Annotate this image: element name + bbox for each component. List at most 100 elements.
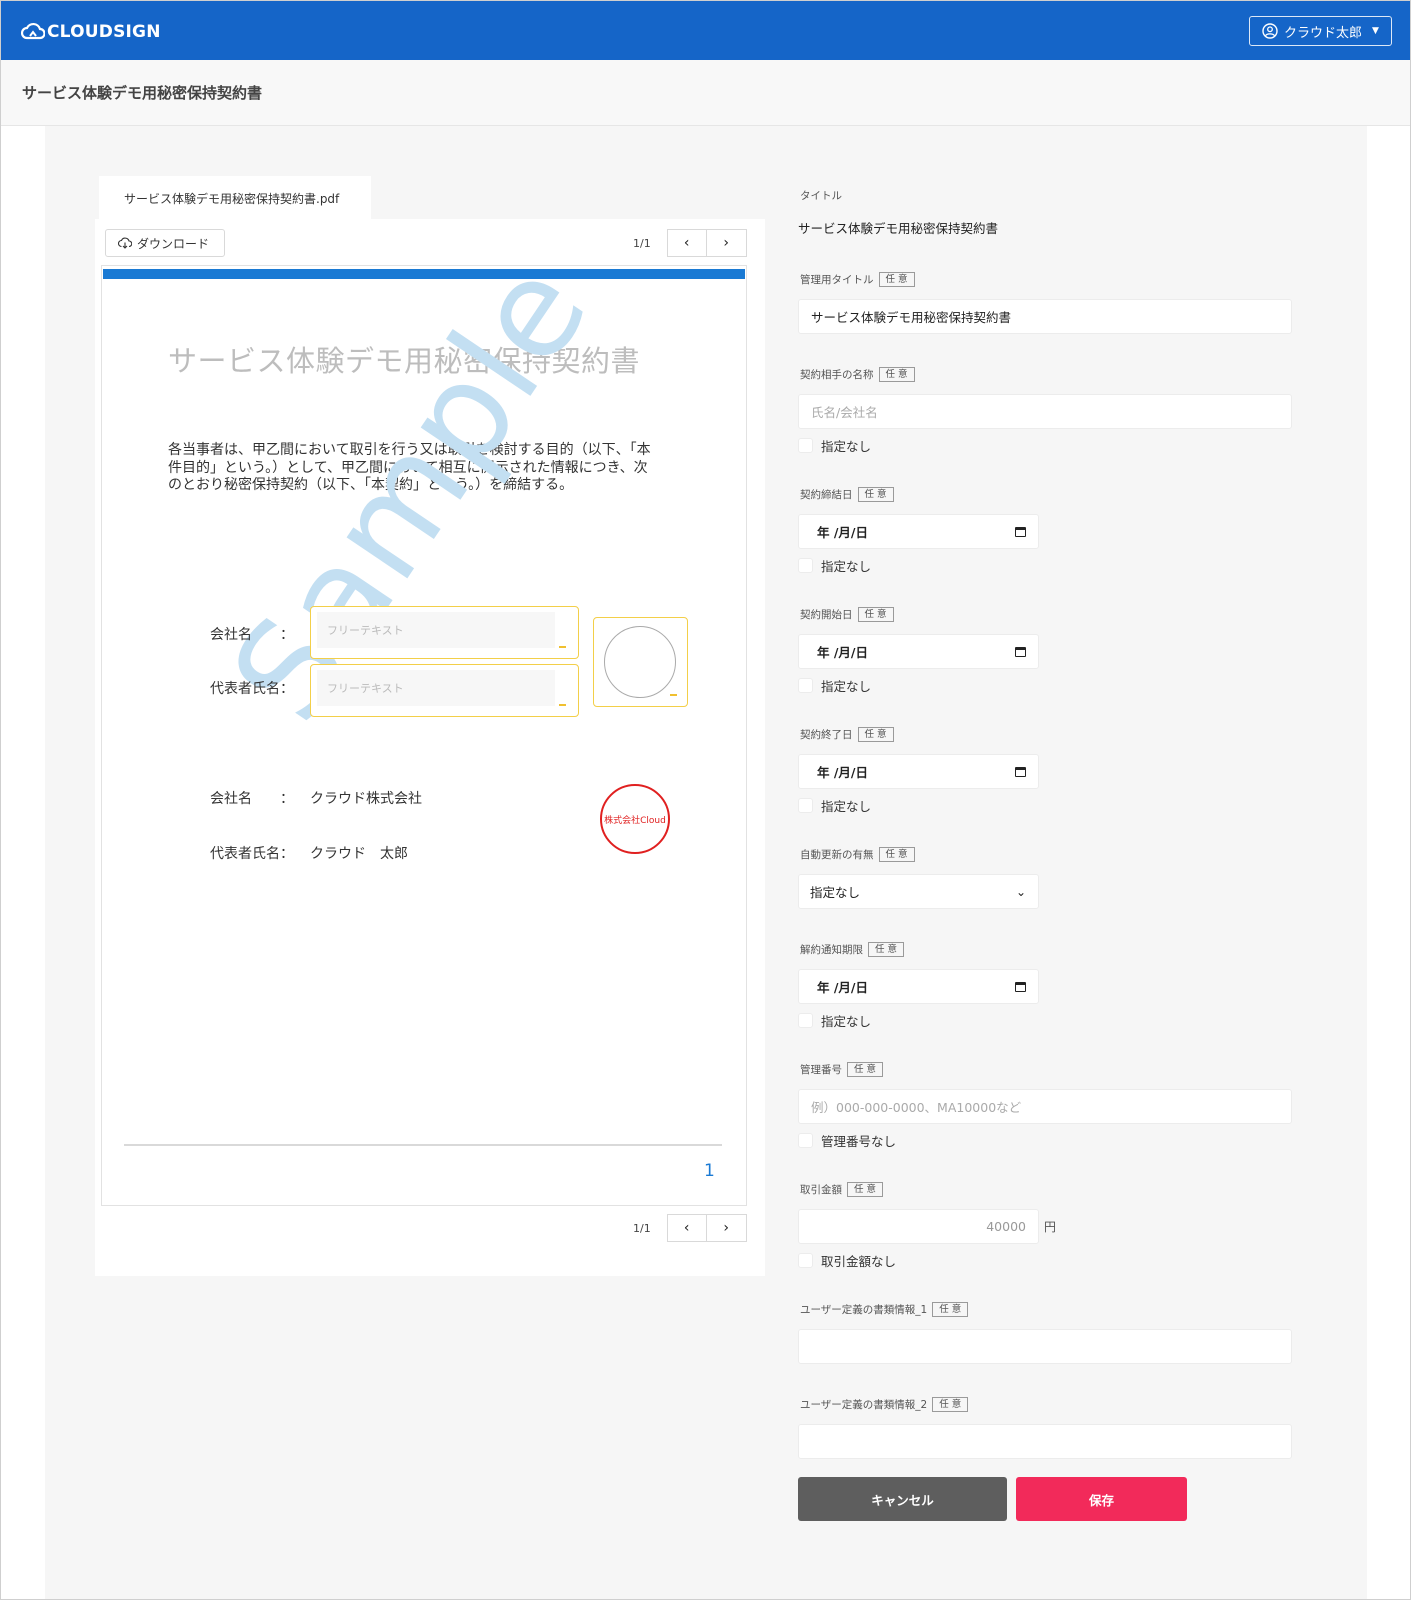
user-defined-2-label: ユーザー定義の書類情報_2 任 意: [800, 1397, 969, 1412]
optional-tag: 任 意: [847, 1182, 884, 1197]
optional-tag: 任 意: [932, 1397, 969, 1412]
page-title: サービス体験デモ用秘密保持契約書: [22, 84, 263, 102]
user-defined-1-input[interactable]: [798, 1329, 1292, 1364]
select-value: 指定なし: [810, 885, 861, 900]
start-date-none-checkbox[interactable]: 指定なし: [798, 676, 871, 695]
optional-tag: 任 意: [857, 487, 894, 502]
auto-renewal-select[interactable]: 指定なし ⌄: [798, 874, 1039, 909]
stamp-circle: [604, 626, 676, 698]
checkbox-label: 指定なし: [821, 679, 872, 694]
document-footer-line: [124, 1144, 722, 1146]
cloudsign-logo[interactable]: CLOUDSIGN: [21, 21, 161, 43]
top-header: CLOUDSIGN クラウド太郎 ▼: [1, 1, 1410, 60]
prev-page-button[interactable]: ‹: [666, 229, 707, 257]
checkbox-label: 管理番号なし: [821, 1134, 897, 1149]
party-a-rep-field[interactable]: フリーテキスト: [310, 664, 579, 717]
cancel-button[interactable]: キャンセル: [798, 1477, 1007, 1521]
date-value: 年 /月/日: [817, 525, 868, 540]
conclusion-date-input[interactable]: 年 /月/日: [798, 514, 1039, 549]
next-page-button[interactable]: ›: [706, 1214, 747, 1242]
download-label: ダウンロード: [137, 236, 210, 251]
conclusion-date-none-checkbox[interactable]: 指定なし: [798, 556, 871, 575]
pager-top: 1/1 ‹ ›: [633, 229, 747, 257]
page-count: 1/1: [633, 1221, 651, 1235]
date-value: 年 /月/日: [817, 645, 868, 660]
calendar-icon[interactable]: [1015, 766, 1026, 777]
checkbox-box: [798, 1253, 813, 1268]
counterparty-none-checkbox[interactable]: 指定なし: [798, 436, 871, 455]
prev-page-button[interactable]: ‹: [666, 1214, 707, 1242]
cancel-notice-none-checkbox[interactable]: 指定なし: [798, 1011, 871, 1030]
checkbox-label: 指定なし: [821, 559, 872, 574]
party-b-company-label: 会社名 ：: [210, 791, 294, 807]
counterparty-input[interactable]: 氏名/会社名: [798, 394, 1292, 429]
cancel-notice-label-text: 解約通知期限: [800, 944, 863, 956]
party-a-company-placeholder: フリーテキスト: [317, 612, 555, 648]
party-b-rep-label: 代表者氏名：: [210, 846, 294, 862]
next-page-button[interactable]: ›: [706, 229, 747, 257]
user-name: クラウド太郎: [1284, 25, 1363, 41]
amount-unit: 円: [1044, 1220, 1057, 1234]
main-content: サービス体験デモ用秘密保持契約書.pdf ダウンロード 1/1 ‹ › サービス…: [45, 126, 1367, 1599]
start-date-input[interactable]: 年 /月/日: [798, 634, 1039, 669]
calendar-icon[interactable]: [1015, 526, 1026, 537]
user-defined-1-label: ユーザー定義の書類情報_1 任 意: [800, 1302, 969, 1317]
document-header-bar: [103, 269, 745, 279]
amount-input[interactable]: 40000: [798, 1209, 1039, 1244]
amount-label-text: 取引金額: [800, 1184, 842, 1196]
title-label: タイトル: [800, 188, 842, 203]
checkbox-box: [798, 678, 813, 693]
stamp-field[interactable]: [593, 617, 688, 707]
end-date-input[interactable]: 年 /月/日: [798, 754, 1039, 789]
field-resize-handle: [670, 694, 677, 696]
user-icon: [1262, 23, 1278, 39]
date-value: 年 /月/日: [817, 765, 868, 780]
calendar-icon[interactable]: [1015, 646, 1026, 657]
management-no-none-checkbox[interactable]: 管理番号なし: [798, 1131, 896, 1150]
cloud-logo-icon: [21, 22, 45, 40]
save-button[interactable]: 保存: [1016, 1477, 1187, 1521]
chevron-down-icon: ⌄: [1015, 884, 1026, 899]
checkbox-box: [798, 438, 813, 453]
document-page: サービス体験デモ用秘密保持契約書 各当事者は、甲乙間において取引を行う又は取引を…: [101, 265, 747, 1206]
download-button[interactable]: ダウンロード: [105, 229, 225, 257]
document-viewer: ダウンロード 1/1 ‹ › サービス体験デモ用秘密保持契約書 各当事者は、甲乙…: [95, 219, 765, 1276]
cancel-notice-input[interactable]: 年 /月/日: [798, 969, 1039, 1004]
user-defined-2-input[interactable]: [798, 1424, 1292, 1459]
party-b-company-value: クラウド株式会社: [310, 791, 422, 807]
caret-down-icon: ▼: [1372, 26, 1379, 36]
pager-bottom: 1/1 ‹ ›: [633, 1214, 747, 1242]
management-no-input[interactable]: 例）000-000-0000、MA10000など: [798, 1089, 1292, 1124]
checkbox-box: [798, 1013, 813, 1028]
title-bar: サービス体験デモ用秘密保持契約書: [1, 60, 1410, 126]
party-a-rep-placeholder: フリーテキスト: [317, 670, 555, 706]
optional-tag: 任 意: [857, 607, 894, 622]
calendar-icon[interactable]: [1015, 981, 1026, 992]
end-date-label: 契約終了日 任 意: [800, 727, 894, 742]
amount-none-checkbox[interactable]: 取引金額なし: [798, 1251, 896, 1270]
title-label-text: タイトル: [800, 190, 842, 202]
checkbox-label: 指定なし: [821, 1014, 872, 1029]
company-seal: 株式会社Cloud: [600, 784, 670, 854]
management-title-input[interactable]: サービス体験デモ用秘密保持契約書: [798, 299, 1292, 334]
counterparty-label: 契約相手の名称 任 意: [800, 367, 915, 382]
party-a-company-field[interactable]: フリーテキスト: [310, 606, 579, 659]
conclusion-date-label: 契約締結日 任 意: [800, 487, 894, 502]
management-no-label-text: 管理番号: [800, 1064, 842, 1076]
checkbox-box: [798, 1133, 813, 1148]
optional-tag: 任 意: [868, 942, 905, 957]
auto-renewal-label-text: 自動更新の有無: [800, 849, 874, 861]
management-no-label: 管理番号 任 意: [800, 1062, 884, 1077]
user-menu-button[interactable]: クラウド太郎 ▼: [1249, 16, 1392, 46]
optional-tag: 任 意: [878, 847, 915, 862]
user-defined-2-label-text: ユーザー定義の書類情報_2: [800, 1399, 928, 1411]
checkbox-box: [798, 558, 813, 573]
conclusion-date-label-text: 契約締結日: [800, 489, 853, 501]
management-title-label: 管理用タイトル 任 意: [800, 272, 915, 287]
optional-tag: 任 意: [857, 727, 894, 742]
cancel-notice-label: 解約通知期限 任 意: [800, 942, 905, 957]
file-tab[interactable]: サービス体験デモ用秘密保持契約書.pdf: [99, 176, 371, 219]
management-title-label-text: 管理用タイトル: [800, 274, 874, 286]
field-resize-handle: [559, 646, 566, 648]
end-date-none-checkbox[interactable]: 指定なし: [798, 796, 871, 815]
